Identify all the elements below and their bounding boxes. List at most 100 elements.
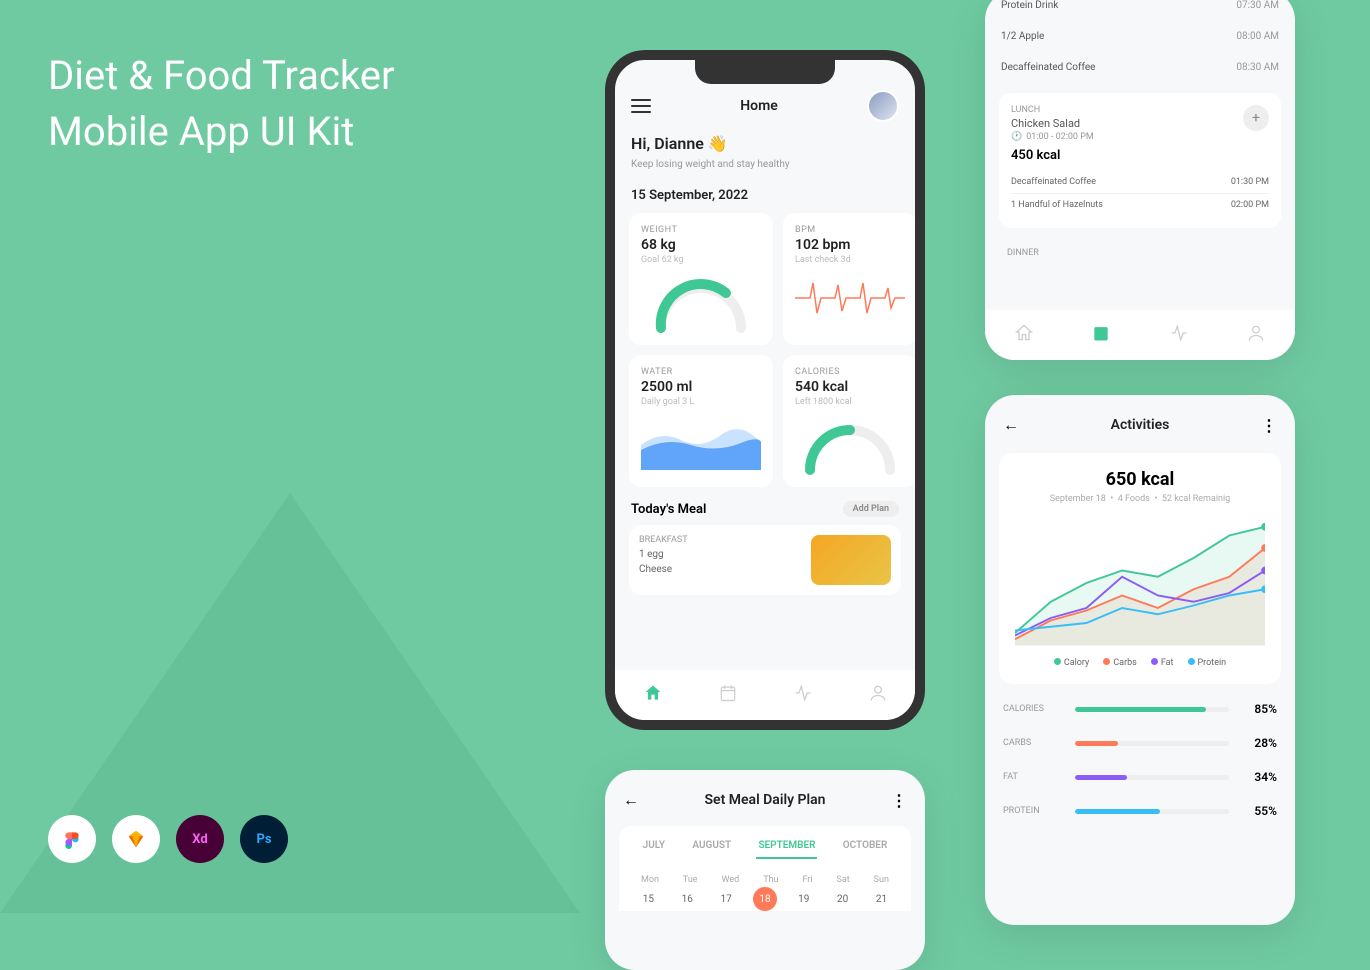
chart-legend: CaloryCarbsFatProtein [1015,658,1265,668]
date-cell[interactable]: 16 [675,887,699,911]
bpm-card[interactable]: BPM 102 bpm Last check 3d [783,213,917,345]
progress-pct: 55% [1241,804,1277,818]
card-value: 2500 ml [641,379,761,395]
lunch-card[interactable]: LUNCH Chicken Salad 🕐01:00 - 02:00 PM 45… [999,93,1281,228]
date-cell[interactable]: 17 [714,887,738,911]
calendar-icon[interactable] [718,683,738,708]
month-tabs: JULY AUGUST SEPTEMBER OCTOBER [619,826,911,867]
heartbeat-chart [795,273,905,323]
profile-icon[interactable] [868,683,888,708]
card-label: WEIGHT [641,225,761,235]
meal-section-title: Today's Meal [631,502,706,517]
greeting: Hi, Dianne 👋 [615,130,915,157]
activity-icon[interactable] [793,683,813,708]
calories-card[interactable]: CALORIES 540 kcal Left 1800 kcal [783,355,917,487]
day-label: Tue [683,875,698,885]
card-label: BPM [795,225,905,235]
food-name: Decaffeinated Coffee [1011,177,1096,187]
day-label: Thu [763,875,778,885]
current-date: 15 September, 2022 [615,172,915,213]
progress-bar [1075,707,1229,712]
progress-bar [1075,775,1229,780]
phone-notch [695,60,835,84]
month-tab[interactable]: OCTOBER [841,834,890,859]
card-value: 102 bpm [795,237,905,253]
progress-label: FAT [1003,772,1063,782]
card-sub: Last check 3d [795,255,905,265]
card-label: WATER [641,367,761,377]
food-time: 02:00 PM [1231,200,1269,210]
food-time: 08:00 AM [1236,31,1279,42]
legend-item: Protein [1188,658,1227,668]
avatar[interactable] [867,90,899,122]
activities-screen: ← Activities ⋮ 650 kcal September 18 • 4… [985,395,1295,925]
card-sub: Daily goal 3 L [641,397,761,407]
day-label: Wed [722,875,740,885]
progress-pct: 28% [1241,736,1277,750]
list-item[interactable]: 1 Handful of Hazelnuts 02:00 PM [1011,193,1269,216]
card-value: 68 kg [641,237,761,253]
progress-label: PROTEIN [1003,806,1063,816]
activity-icon[interactable] [1169,323,1189,348]
food-name: 1/2 Apple [1001,31,1044,42]
home-icon[interactable] [643,683,663,708]
month-tab[interactable]: AUGUST [690,834,733,859]
profile-icon[interactable] [1246,323,1266,348]
progress-row: CALORIES85% [985,692,1295,726]
add-plan-button[interactable]: Add Plan [843,501,899,517]
photoshop-icon: Ps [240,815,288,863]
plan-screen: ← Set Meal Daily Plan ⋮ JULYAUGUSTSEPTEM… [605,770,925,970]
meal-item: Cheese [639,564,688,575]
lunch-time: 01:00 - 02:00 PM [1026,132,1094,142]
progress-pct: 85% [1241,702,1277,716]
card-value: 540 kcal [795,379,905,395]
day-label: Mon [641,875,659,885]
date-cell[interactable]: 15 [636,887,660,911]
meals-screen: Protein Drink07:30 AM 1/2 Apple 08:00 AM De… [985,0,1295,360]
month-tab[interactable]: SEPTEMBER [756,834,817,859]
date-cell[interactable]: 20 [831,887,855,911]
list-item[interactable]: 1/2 Apple 08:00 AM [985,21,1295,52]
date-cell[interactable]: 21 [869,887,893,911]
activity-meta: September 18 • 4 Foods • 52 kcal Remaini… [1015,494,1265,504]
food-time: 08:30 AM [1236,62,1279,73]
subtitle: Keep losing weight and stay healthy [615,157,915,172]
date-row: 15 16 17 18 19 20 21 [619,885,911,911]
add-button[interactable]: + [1243,105,1269,131]
lunch-kcal: 450 kcal [1011,148,1269,163]
date-cell[interactable]: 18 [753,887,777,911]
tabbar [985,310,1295,360]
breakfast-card[interactable]: BREAKFAST 1 egg Cheese [629,525,901,595]
calendar-icon[interactable] [1091,323,1111,348]
food-time: 07:30 AM [1236,0,1279,11]
total-kcal: 650 kcal [1015,469,1265,490]
back-icon[interactable]: ← [1003,415,1019,435]
meal-label: BREAKFAST [639,535,688,545]
card-sub: Goal 62 kg [641,255,761,265]
progress-row: PROTEIN 55% [985,794,1295,828]
date-cell[interactable]: 19 [792,887,816,911]
menu-icon[interactable] [631,99,651,113]
meal-item: 1 egg [639,549,688,560]
month-tab[interactable]: JULY [641,834,667,859]
time-row: 🕐 01:00 - 02:00 PM [1011,132,1269,142]
water-card[interactable]: WATER 2500 ml Daily goal 3 L [629,355,773,487]
food-name: 1 Handful of Hazelnuts [1011,200,1103,210]
progress-label: CARBS [1003,738,1063,748]
lunch-title: Chicken Salad [1011,117,1269,130]
more-icon[interactable]: ⋮ [1261,416,1277,435]
card-sub: Left 1800 kcal [795,397,905,407]
more-icon[interactable]: ⋮ [891,791,907,810]
back-icon[interactable]: ← [623,790,639,810]
day-label: Sat [837,875,850,885]
list-item[interactable]: Decaffeinated Coffee01:30 PM [1011,171,1269,193]
list-item[interactable]: Protein Drink07:30 AM [985,0,1295,21]
list-item[interactable]: Decaffeinated Coffee 08:30 AM [985,52,1295,83]
legend-item: Fat [1151,658,1174,668]
home-icon[interactable] [1014,323,1034,348]
clock-icon: 🕐 [1011,132,1022,142]
weight-card[interactable]: WEIGHT 68 kg Goal 62 kg [629,213,773,345]
legend-item: Carbs [1103,658,1137,668]
food-name: Decaffeinated Coffee [1001,62,1095,73]
page-title: Home [740,98,778,114]
